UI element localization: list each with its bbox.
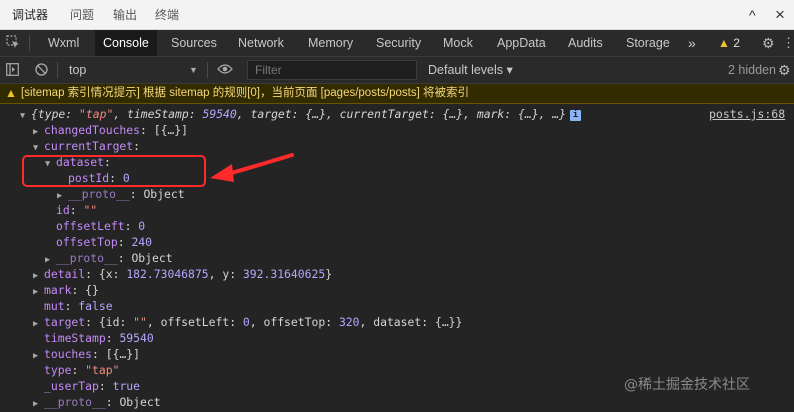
source-link[interactable]: posts.js:68 [709, 106, 785, 122]
tab-audits[interactable]: Audits [568, 30, 603, 56]
annotation-highlight-box [22, 155, 206, 187]
tab-appdata[interactable]: AppData [497, 30, 546, 56]
tab-terminal[interactable]: 终端 [155, 0, 179, 30]
tab-sources[interactable]: Sources [171, 30, 217, 56]
close-icon[interactable]: × [775, 0, 785, 30]
tree-row-timestamp: timeStamp: 59540 [44, 331, 154, 345]
collapse-arrow-icon[interactable]: ▶ [33, 284, 44, 300]
tree-row-proto-root[interactable]: ▶ __proto__: Object [33, 394, 161, 410]
tab-network[interactable]: Network [238, 30, 284, 56]
tree-row-proto-currenttarget[interactable]: ▶ __proto__: Object [45, 250, 173, 266]
tree-row-target[interactable]: ▶ target: {id: "", offsetLeft: 0, offsetT… [33, 314, 462, 330]
warning-count: 2 [733, 36, 740, 50]
panel-tab-bar: 调试器 问题 输出 终端 ^ × [0, 0, 794, 30]
sidebar-toggle-icon[interactable] [6, 57, 19, 83]
object-summary-row[interactable]: ▼ {type: "tap", timeStamp: 59540, target:… [20, 106, 582, 124]
tree-row-type: type: "tap" [44, 363, 120, 377]
sitemap-warning-message: ▲ [sitemap 索引情况提示] 根据 sitemap 的规则[0]，当前页… [0, 84, 794, 104]
context-selector[interactable]: top [69, 57, 86, 83]
log-levels-dropdown[interactable]: Default levels ▾ [428, 57, 513, 83]
divider [207, 62, 208, 78]
collapse-arrow-icon[interactable]: ▶ [33, 316, 44, 332]
live-expression-eye-icon[interactable] [217, 57, 233, 83]
warning-text: [sitemap 索引情况提示] 根据 sitemap 的规则[0]，当前页面 … [21, 87, 469, 99]
context-dropdown-icon[interactable]: ▼ [189, 57, 198, 83]
tab-memory[interactable]: Memory [308, 30, 353, 56]
tree-row-mark[interactable]: ▶ mark: {} [33, 282, 99, 298]
tab-console[interactable]: Console [95, 30, 157, 56]
tree-row-proto-dataset[interactable]: ▶ __proto__: Object [57, 186, 185, 202]
tab-wxml[interactable]: Wxml [48, 30, 79, 56]
tree-row-id: id: "" [56, 203, 98, 217]
settings-gear-icon[interactable]: ⚙ [762, 30, 775, 56]
tree-row-mut: mut: false [44, 299, 113, 313]
tree-row-touches[interactable]: ▶ touches: [{…}] [33, 346, 140, 362]
kebab-menu-icon[interactable]: ⋮ [782, 30, 794, 56]
devtools-tab-bar: Wxml Console Sources Network Memory Secu… [0, 30, 794, 57]
warning-counter[interactable]: ▲ 2 [718, 30, 740, 56]
expand-arrow-icon[interactable]: ▼ [20, 108, 31, 124]
inspect-element-icon[interactable] [6, 30, 20, 56]
tree-row-offsettop: offsetTop: 240 [56, 235, 153, 249]
tab-debugger[interactable]: 调试器 [12, 0, 48, 30]
collapse-arrow-icon[interactable]: ▶ [33, 348, 44, 364]
expand-arrow-icon[interactable]: ▼ [33, 140, 44, 156]
tab-output[interactable]: 输出 [113, 0, 137, 30]
console-toolbar: top ▼ Filter Default levels ▾ 2 hidden ⚙ [0, 57, 794, 84]
tree-row-offsetleft: offsetLeft: 0 [56, 219, 146, 233]
tab-mock[interactable]: Mock [443, 30, 473, 56]
filter-input[interactable]: Filter [247, 60, 417, 80]
tree-row-currenttarget[interactable]: ▼ currentTarget: [33, 138, 140, 154]
warning-icon: ▲ [718, 36, 730, 50]
tree-row-usertap: _userTap: true [44, 379, 141, 393]
divider [29, 35, 30, 51]
clear-console-icon[interactable] [35, 57, 48, 83]
divider [57, 62, 58, 78]
tree-row-changedtouches[interactable]: ▶ changedTouches: [{…}] [33, 122, 188, 138]
warning-icon: ▲ [5, 86, 17, 100]
hidden-messages-count: 2 hidden [728, 63, 776, 77]
watermark: @稀土掘金技术社区 [624, 377, 750, 393]
info-icon[interactable]: i [570, 110, 582, 121]
tree-row-detail[interactable]: ▶ detail: {x: 182.73046875, y: 392.316406… [33, 266, 332, 282]
chevron-up-icon[interactable]: ^ [749, 0, 756, 30]
tab-problems[interactable]: 问题 [70, 0, 94, 30]
tab-security[interactable]: Security [376, 30, 421, 56]
console-settings-gear-icon[interactable]: ⚙ [778, 57, 791, 83]
annotation-arrow-icon [210, 153, 294, 182]
tab-storage[interactable]: Storage [626, 30, 670, 56]
more-tabs-icon[interactable]: » [688, 30, 696, 56]
